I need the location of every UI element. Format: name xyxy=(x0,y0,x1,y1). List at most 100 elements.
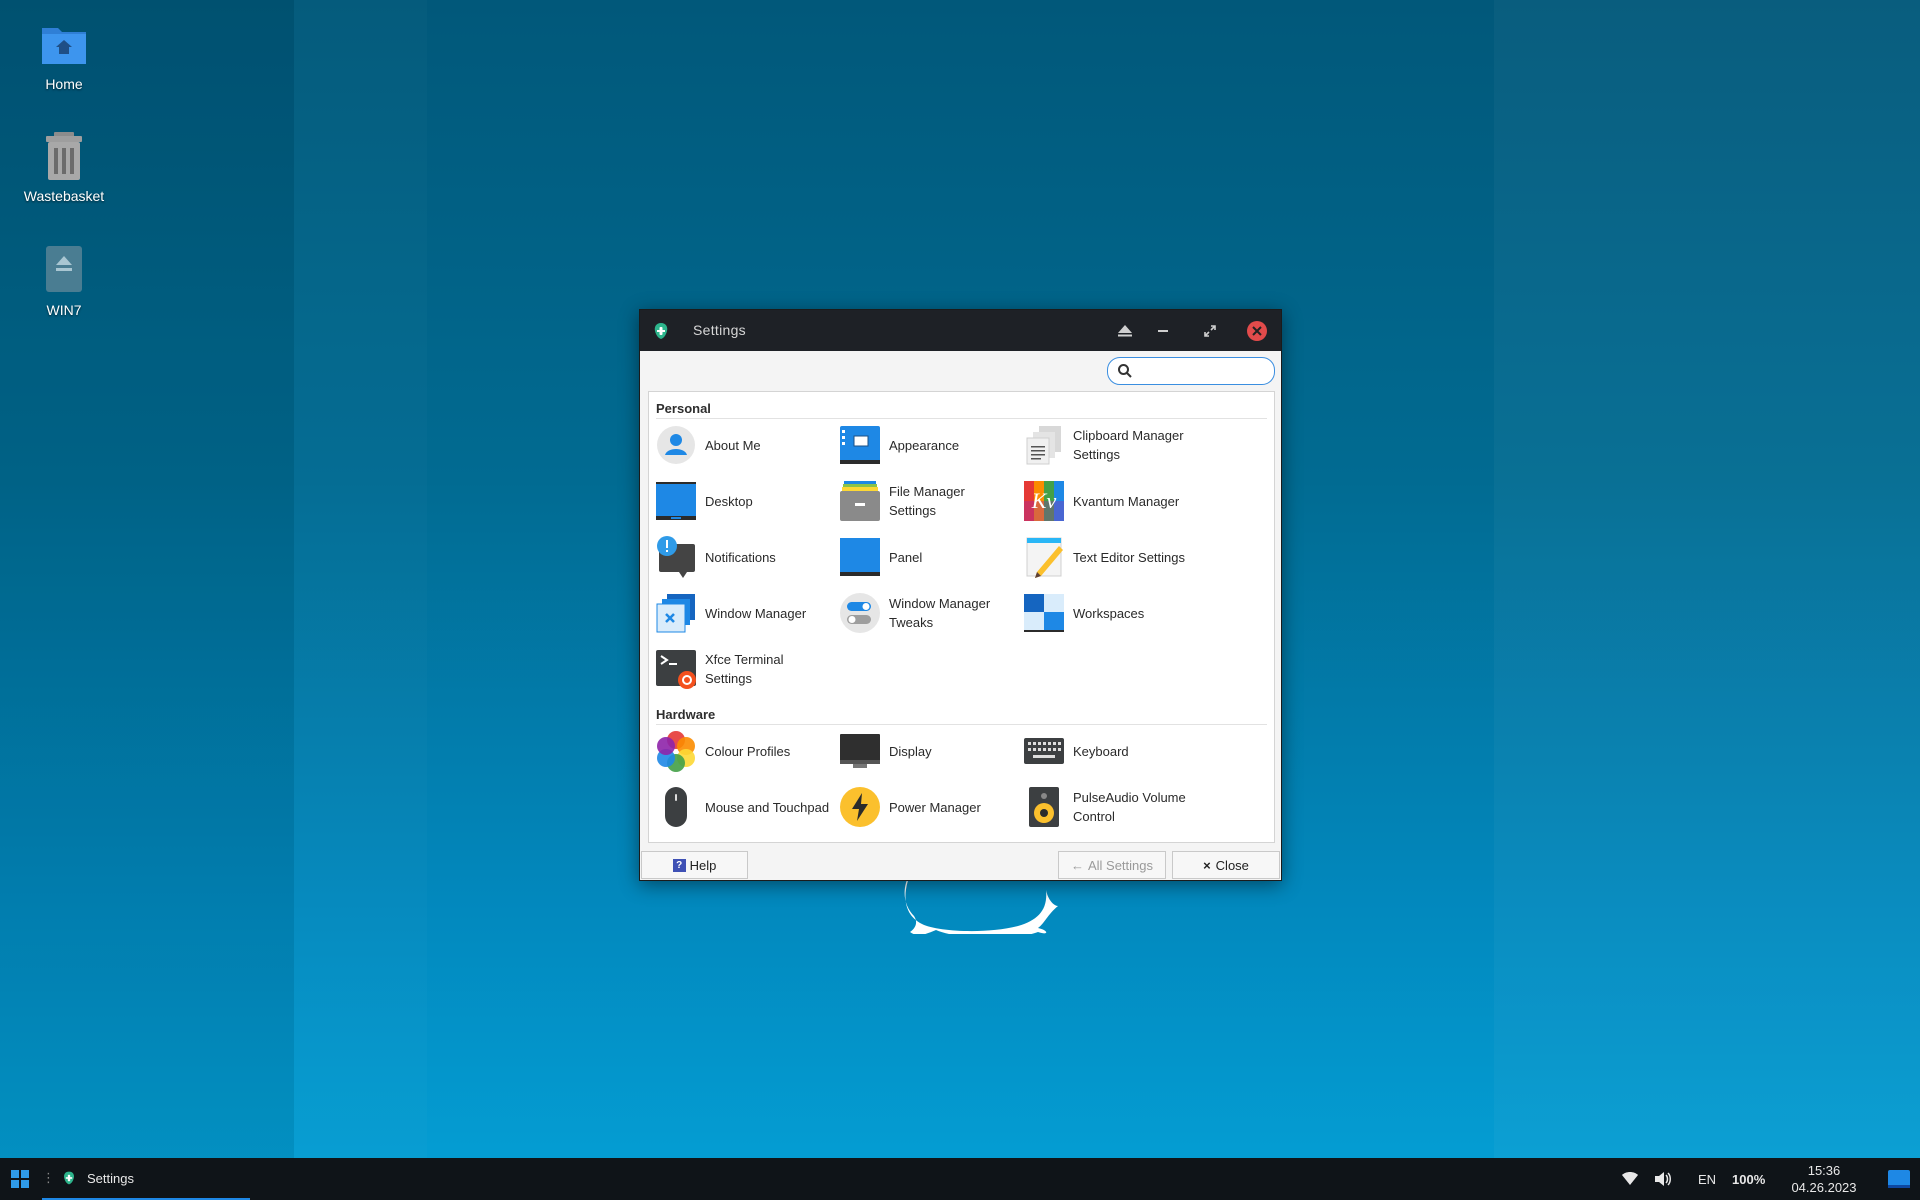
settings-item-mouse[interactable]: Mouse and Touchpad xyxy=(651,782,831,832)
desktop-icon-label: Wastebasket xyxy=(23,188,105,204)
battery-indicator[interactable]: 100% xyxy=(1732,1158,1765,1200)
settings-item-desktop[interactable]: Desktop xyxy=(651,476,831,526)
section-divider xyxy=(656,724,1267,725)
settings-item-label: Text Editor Settings xyxy=(1073,549,1185,565)
start-menu-button[interactable] xyxy=(10,1158,30,1200)
windows-logo-icon xyxy=(11,1170,29,1188)
settings-item-kvantum[interactable]: Kv Kvantum Manager xyxy=(1019,476,1199,526)
settings-item-label: Colour Profiles xyxy=(705,743,791,759)
task-label: Settings xyxy=(87,1170,134,1186)
section-divider xyxy=(656,418,1267,419)
settings-item-label: Keyboard xyxy=(1073,743,1129,759)
close-button[interactable]: × Close xyxy=(1172,851,1280,879)
maximize-icon xyxy=(1204,325,1216,337)
keyboard-icon xyxy=(1024,738,1064,764)
settings-item-about-me[interactable]: About Me xyxy=(651,420,831,470)
eject-icon xyxy=(1118,325,1132,337)
desktop-background-band xyxy=(294,0,427,1158)
volume-icon xyxy=(1655,1172,1671,1186)
minimize-button[interactable] xyxy=(1153,320,1175,342)
settings-item-label: Power Manager xyxy=(889,799,981,815)
all-settings-button[interactable]: ← All Settings xyxy=(1058,851,1166,879)
colour-profiles-icon xyxy=(657,731,695,772)
arrow-left-icon: ← xyxy=(1070,857,1084,873)
window-footer: ? Help ← All Settings × Close xyxy=(640,848,1281,880)
settings-item-label: Kvantum Manager xyxy=(1073,493,1180,509)
settings-item-label: File Manager Settings xyxy=(889,484,965,518)
settings-item-text-editor[interactable]: Text Editor Settings xyxy=(1019,532,1199,582)
search-icon xyxy=(1118,364,1132,378)
settings-item-pulseaudio[interactable]: PulseAudio Volume Control xyxy=(1019,782,1199,832)
panel-icon xyxy=(840,538,880,576)
search-box[interactable] xyxy=(1107,357,1275,385)
shade-button[interactable] xyxy=(1114,320,1136,342)
settings-item-appearance[interactable]: Appearance xyxy=(835,420,1015,470)
close-icon: × xyxy=(1203,857,1211,873)
keyboard-layout-indicator[interactable]: EN xyxy=(1698,1158,1716,1200)
file-manager-icon xyxy=(840,481,880,521)
settings-item-label: Panel xyxy=(889,549,923,565)
notifications-icon xyxy=(657,536,695,578)
desktop-icon-win7[interactable]: WIN7 xyxy=(12,244,116,318)
settings-item-label: PulseAudio Volume Control xyxy=(1073,790,1186,824)
help-button-label: Help xyxy=(689,857,717,873)
desktop-icon-label: Home xyxy=(45,76,83,92)
settings-item-label: Window Manager xyxy=(705,605,807,621)
power-icon xyxy=(840,787,880,827)
speaker-icon xyxy=(1029,787,1059,827)
wm-tweaks-icon xyxy=(840,593,880,633)
settings-item-clipboard[interactable]: Clipboard Manager Settings xyxy=(1019,420,1199,470)
taskbar: ⋮ Settings EN 100% 15:36 04.26.2023 xyxy=(0,1158,1920,1200)
desktop-icon-wastebasket[interactable]: Wastebasket xyxy=(12,130,116,204)
settings-item-keyboard[interactable]: Keyboard xyxy=(1019,726,1199,776)
volume-indicator[interactable] xyxy=(1654,1158,1672,1200)
appearance-icon xyxy=(840,426,880,464)
settings-item-terminal[interactable]: Xfce Terminal Settings xyxy=(651,644,831,694)
settings-item-label: Xfce Terminal Settings xyxy=(705,652,784,686)
network-indicator[interactable] xyxy=(1622,1158,1638,1200)
window-toolbar xyxy=(640,351,1281,391)
mouse-icon xyxy=(665,787,687,827)
minimize-icon xyxy=(1158,330,1168,332)
settings-item-display[interactable]: Display xyxy=(835,726,1015,776)
window-manager-icon xyxy=(656,594,695,633)
home-folder-icon xyxy=(38,18,90,70)
close-button-label: Close xyxy=(1215,857,1249,873)
clock-date: 04.26.2023 xyxy=(1791,1180,1857,1195)
settings-item-label: Workspaces xyxy=(1073,605,1145,621)
settings-item-panel[interactable]: Panel xyxy=(835,532,1015,582)
close-window-button[interactable] xyxy=(1247,321,1267,341)
display-icon xyxy=(840,734,880,768)
trash-icon xyxy=(38,130,90,182)
about-me-icon xyxy=(657,426,695,464)
settings-item-label: Clipboard Manager Settings xyxy=(1073,428,1184,462)
settings-item-label: About Me xyxy=(705,437,761,453)
show-desktop-button[interactable] xyxy=(1888,1158,1910,1200)
settings-item-label: Display xyxy=(889,743,932,759)
settings-item-wm-tweaks[interactable]: Window Manager Tweaks xyxy=(835,588,1015,638)
clipboard-icon xyxy=(1026,426,1061,465)
settings-item-label: Appearance xyxy=(889,437,960,453)
section-title-hardware: Hardware xyxy=(656,707,716,722)
show-desktop-icon xyxy=(1888,1170,1910,1188)
section-title-personal: Personal xyxy=(656,401,711,416)
settings-item-file-manager[interactable]: File Manager Settings xyxy=(835,476,1015,526)
settings-item-notifications[interactable]: Notifications xyxy=(651,532,831,582)
maximize-button[interactable] xyxy=(1199,320,1221,342)
settings-item-power[interactable]: Power Manager xyxy=(835,782,1015,832)
desktop-icon-home[interactable]: Home xyxy=(12,18,116,92)
workspaces-icon xyxy=(1024,594,1064,632)
settings-item-colour-profiles[interactable]: Colour Profiles xyxy=(651,726,831,776)
settings-list: Personal About Me Appearance Clipboard M… xyxy=(648,391,1275,843)
search-input[interactable] xyxy=(1138,361,1270,381)
window-titlebar[interactable]: Settings xyxy=(640,310,1281,351)
settings-item-label: Mouse and Touchpad xyxy=(705,799,830,815)
settings-window: Settings Personal About Me Appearance Cl… xyxy=(639,309,1282,881)
settings-item-label: Window Manager Tweaks xyxy=(889,596,991,630)
clock[interactable]: 15:36 04.26.2023 xyxy=(1784,1158,1864,1200)
settings-item-window-manager[interactable]: Window Manager xyxy=(651,588,831,638)
help-button[interactable]: ? Help xyxy=(641,851,748,879)
clock-time: 15:36 xyxy=(1807,1163,1841,1178)
taskbar-task-settings[interactable]: ⋮ Settings xyxy=(42,1158,250,1200)
settings-item-workspaces[interactable]: Workspaces xyxy=(1019,588,1199,638)
